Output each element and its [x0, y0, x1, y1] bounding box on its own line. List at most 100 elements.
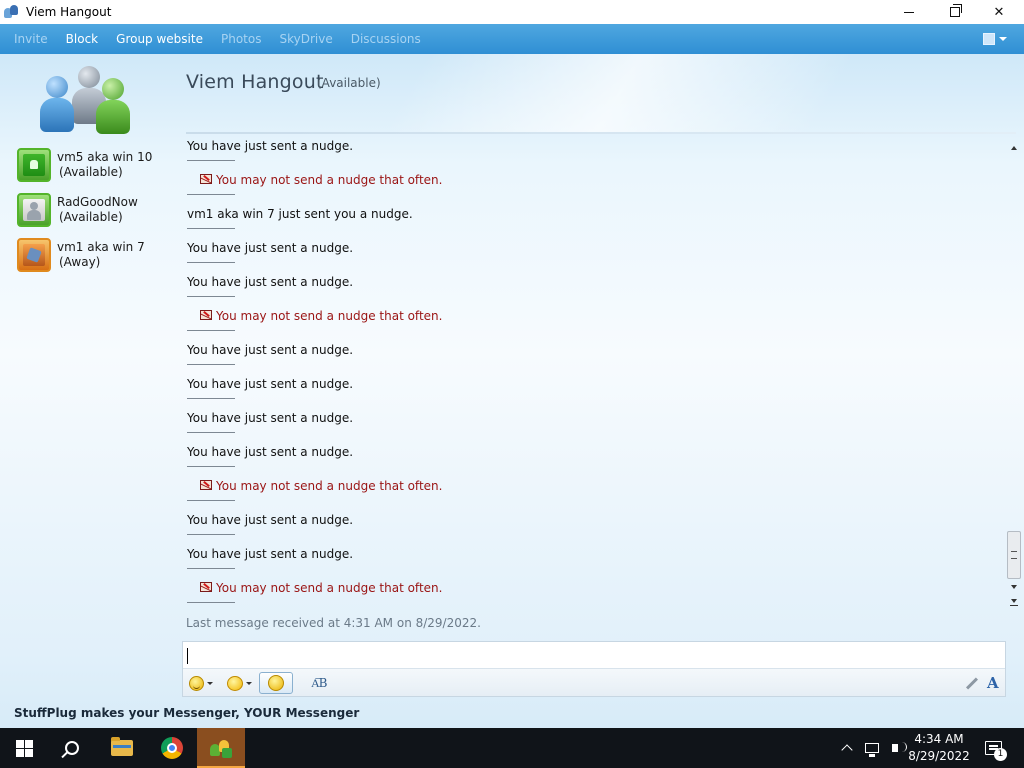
error-message: You may not send a nudge that often. [186, 478, 1002, 512]
clock-date: 8/29/2022 [908, 749, 970, 763]
smiley-icon [189, 675, 204, 691]
menu-discussions[interactable]: Discussions [351, 32, 421, 46]
scroll-up-icon[interactable] [1011, 146, 1017, 150]
chevron-down-icon [246, 681, 252, 685]
message-text: You may not send a nudge that often. [216, 173, 443, 187]
default-user-icon [23, 199, 45, 221]
contact-avatar [17, 148, 51, 182]
options-menu-button[interactable] [983, 30, 1013, 48]
chrome-button[interactable] [148, 728, 196, 768]
message-item: You have just sent a nudge. [186, 512, 1002, 546]
emoticon-button[interactable] [189, 672, 213, 694]
message-item: You have just sent a nudge. [186, 546, 1002, 580]
minimize-button[interactable] [886, 0, 932, 24]
clock-time: 4:34 AM [914, 732, 964, 746]
handwriting-button[interactable] [961, 672, 983, 694]
menu-invite[interactable]: Invite [14, 32, 48, 46]
notification-count: 1 [994, 748, 1007, 761]
action-center-button[interactable]: 1 [980, 728, 1007, 768]
close-button[interactable]: ✕ [976, 0, 1022, 24]
message-text: You have just sent a nudge. [187, 139, 354, 153]
scroll-down-icon[interactable] [1011, 585, 1017, 589]
contact-name: vm1 aka win 7 [57, 240, 145, 254]
message-text: You have just sent a nudge. [187, 445, 354, 459]
message-item: vm1 aka win 7 just sent you a nudge. [186, 206, 1002, 240]
message-separator [187, 398, 235, 399]
conversation-status: (Available) [317, 76, 381, 90]
conversation-title: Viem Hangout [186, 71, 324, 93]
message-item: You have just sent a nudge. [186, 444, 1002, 478]
message-text: You have just sent a nudge. [187, 513, 354, 527]
promo-text: StuffPlug makes your Messenger, YOUR Mes… [14, 706, 360, 720]
message-input[interactable]: A͞B A [182, 641, 1006, 697]
restore-button[interactable] [932, 0, 978, 24]
message-text: You have just sent a nudge. [187, 241, 354, 255]
menu-photos[interactable]: Photos [221, 32, 261, 46]
menu-skydrive[interactable]: SkyDrive [279, 32, 332, 46]
message-item: You have just sent a nudge. [186, 376, 1002, 410]
last-message-info: Last message received at 4:31 AM on 8/29… [186, 616, 481, 630]
chevron-down-icon [207, 681, 213, 685]
title-bar: Viem Hangout ✕ [0, 0, 1024, 24]
speaker-icon [892, 742, 907, 752]
header-background [0, 54, 1024, 134]
network-button[interactable] [862, 728, 882, 768]
error-envelope-icon [200, 582, 212, 592]
message-text: You have just sent a nudge. [187, 411, 354, 425]
message-item: You have just sent a nudge. [186, 342, 1002, 376]
message-item: You have just sent a nudge. [186, 138, 1002, 172]
message-separator [187, 262, 235, 263]
error-message: You may not send a nudge that often. [186, 172, 1002, 206]
nudge-icon [268, 675, 284, 691]
message-separator [187, 432, 235, 433]
header-divider [186, 132, 1016, 134]
android-icon [23, 154, 45, 176]
message-separator [187, 602, 235, 603]
search-button[interactable] [48, 728, 96, 768]
error-message: You may not send a nudge that often. [186, 580, 1002, 608]
message-text: You have just sent a nudge. [187, 377, 354, 391]
taskbar: 4:34 AM 8/29/2022 1 [0, 728, 1024, 768]
message-text: You may not send a nudge that often. [216, 309, 443, 323]
photo-icon [23, 244, 45, 266]
nudge-button[interactable] [259, 672, 293, 694]
options-icon [983, 33, 995, 45]
conversation-window: vm5 aka win 10 (Available) RadGoodNow (A… [0, 54, 1024, 728]
error-envelope-icon [200, 174, 212, 184]
contact-name: vm5 aka win 10 [57, 150, 153, 164]
start-button[interactable] [0, 728, 48, 768]
message-text: You have just sent a nudge. [187, 547, 354, 561]
wink-button[interactable] [227, 672, 252, 694]
message-scrollbar[interactable] [1006, 142, 1022, 612]
contact-avatar [17, 238, 51, 272]
contact-name: RadGoodNow [57, 195, 138, 209]
message-separator [187, 228, 235, 229]
error-envelope-icon [200, 310, 212, 320]
menu-bar: Invite Block Group website Photos SkyDri… [0, 24, 1024, 54]
volume-button[interactable] [884, 728, 907, 768]
message-separator [187, 194, 235, 195]
window-title: Viem Hangout [26, 5, 112, 19]
file-explorer-button[interactable] [98, 728, 146, 768]
menu-block[interactable]: Block [66, 32, 98, 46]
message-text: You may not send a nudge that often. [216, 581, 443, 595]
spellcheck-button[interactable]: A͞B [311, 672, 328, 694]
scroll-thumb[interactable] [1007, 531, 1021, 579]
font-button[interactable]: A [987, 672, 999, 694]
show-hidden-icons-button[interactable] [838, 728, 856, 768]
group-avatar[interactable] [38, 66, 134, 136]
messenger-taskbar-button[interactable] [197, 728, 245, 768]
contact-status: (Available) [59, 165, 123, 179]
contact-vm1[interactable]: vm1 aka win 7 (Away) [17, 238, 177, 278]
menu-group-website[interactable]: Group website [116, 32, 203, 46]
messenger-app-icon [4, 4, 20, 20]
clock[interactable]: 4:34 AM 8/29/2022 [908, 731, 970, 765]
message-history[interactable]: You have just sent a nudge. You may not s… [186, 138, 1002, 608]
chevron-up-icon [841, 744, 853, 756]
folder-icon [111, 737, 133, 756]
network-icon [865, 743, 879, 757]
scroll-to-end-icon[interactable] [1010, 599, 1018, 606]
text-caret [187, 648, 188, 664]
contact-vm5[interactable]: vm5 aka win 10 (Available) [17, 148, 177, 188]
contact-radgoodnow[interactable]: RadGoodNow (Available) [17, 193, 177, 233]
